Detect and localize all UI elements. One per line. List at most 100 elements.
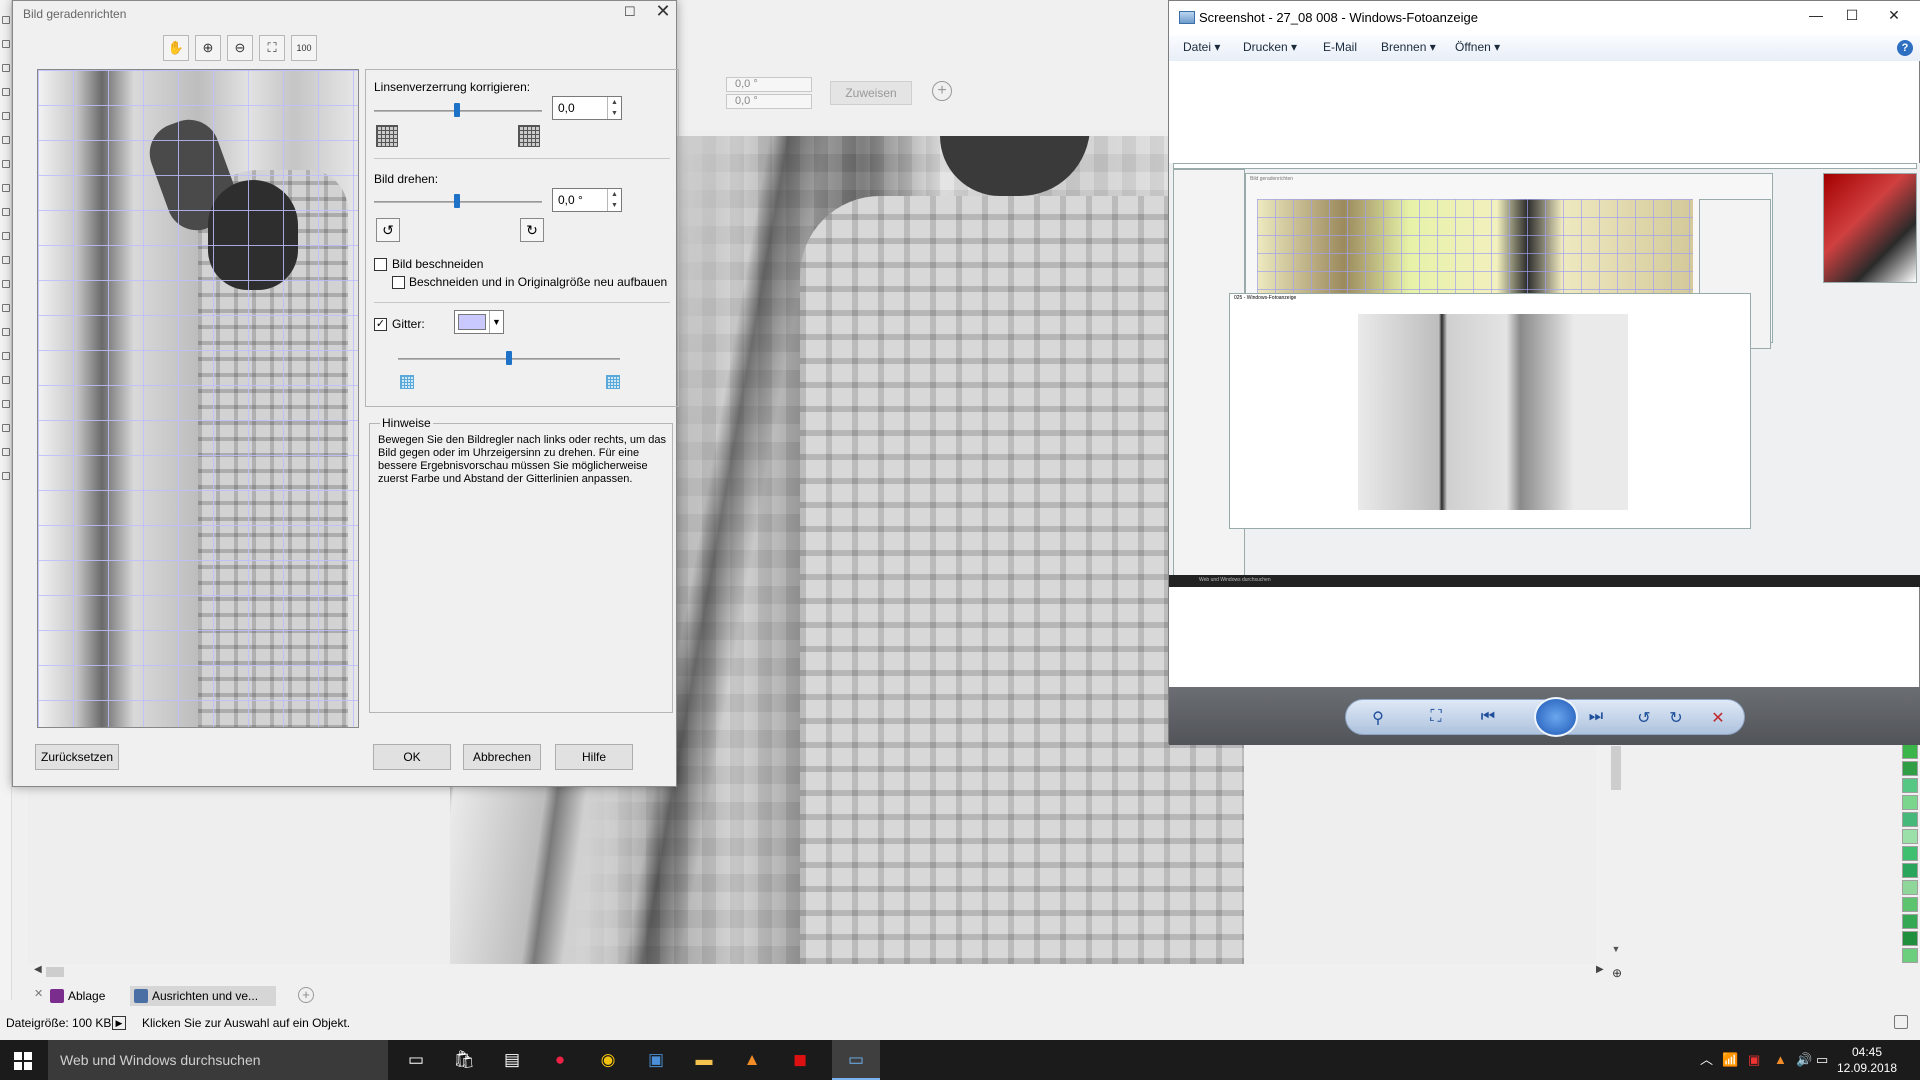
menu-datei[interactable]: Datei ▾ [1183, 40, 1220, 54]
taskbar-search[interactable]: Web und Windows durchsuchen [48, 1040, 388, 1080]
taskbar-clock[interactable]: 04:45 12.09.2018 [1830, 1044, 1904, 1076]
horizontal-scrollbar[interactable]: ◀ ▶ [34, 964, 1608, 980]
hand-icon[interactable]: ✋ [163, 35, 189, 61]
assign-button[interactable]: Zuweisen [830, 81, 912, 105]
zoom-in-icon[interactable]: ⊕ [195, 35, 221, 61]
tool-icon[interactable] [2, 232, 10, 240]
play-icon[interactable]: ▶ [112, 1016, 126, 1030]
maximize-icon[interactable]: ☐ [624, 4, 638, 19]
fit-to-window-icon[interactable]: ⛶ [259, 35, 285, 61]
color-palette[interactable] [1902, 744, 1920, 970]
crop-checkbox[interactable] [374, 258, 387, 271]
close-icon[interactable]: ✕ [1871, 7, 1917, 29]
task-view-icon[interactable]: ▭ [392, 1040, 440, 1080]
ok-button[interactable]: OK [373, 744, 451, 770]
chrome-icon[interactable]: ◉ [584, 1040, 632, 1080]
crop-rebuild-checkbox[interactable] [392, 276, 405, 289]
grid-spacing-slider-thumb[interactable] [506, 351, 512, 365]
preview-image[interactable] [37, 69, 359, 728]
photo-viewer-taskbar-icon[interactable]: ▭ [832, 1040, 880, 1080]
store-icon[interactable]: 🛍 [440, 1040, 488, 1080]
reset-button[interactable]: Zurücksetzen [35, 744, 119, 770]
spin-arrows-icon[interactable]: ▲ ▼ [607, 97, 621, 119]
file-explorer-icon[interactable]: ▬ [680, 1040, 728, 1080]
new-tab-icon[interactable]: + [298, 987, 314, 1003]
scroll-left-arrow-icon[interactable]: ◀ [34, 964, 42, 975]
rotate-ccw-icon[interactable]: ↺ [1632, 708, 1656, 728]
actual-size-icon[interactable]: 100 [291, 35, 317, 61]
rotate-cw-icon[interactable]: ↻ [520, 218, 544, 242]
scroll-thumb[interactable] [1611, 746, 1621, 790]
tool-icon[interactable] [2, 304, 10, 312]
color-swatch[interactable] [1902, 880, 1918, 895]
tool-icon[interactable] [2, 472, 10, 480]
color-swatch[interactable] [1902, 914, 1918, 929]
color-swatch[interactable] [1902, 778, 1918, 793]
scroll-thumb[interactable] [46, 967, 64, 977]
rotate-slider-thumb[interactable] [454, 194, 460, 208]
pdf-app-icon[interactable]: ▣ [632, 1040, 680, 1080]
maximize-icon[interactable]: ☐ [1829, 7, 1875, 29]
zoom-icon[interactable]: ⚲ [1366, 708, 1390, 728]
color-swatch[interactable] [1902, 761, 1918, 776]
tool-icon[interactable] [2, 208, 10, 216]
rotate-value-input[interactable]: 0,0 ° ▲ ▼ [552, 188, 622, 212]
tray-network-icon[interactable]: 📶 [1722, 1040, 1738, 1080]
color-swatch[interactable] [1902, 812, 1918, 827]
tab-ausrichten[interactable]: Ausrichten und ve... [130, 986, 276, 1006]
tray-notification-icon[interactable]: ▭ [1816, 1040, 1828, 1080]
angle-field-1[interactable]: 0,0 ° [726, 77, 812, 92]
zoom-out-icon[interactable]: ⊖ [227, 35, 253, 61]
tool-icon[interactable] [2, 184, 10, 192]
vlc-icon[interactable]: ▲ [728, 1040, 776, 1080]
paint-app-icon[interactable]: ● [536, 1040, 584, 1080]
tool-icon[interactable] [2, 160, 10, 168]
angle-field-2[interactable]: 0,0 ° [726, 94, 812, 109]
color-swatch[interactable] [1902, 795, 1918, 810]
tool-icon[interactable] [2, 64, 10, 72]
tray-chevron-icon[interactable]: ︿ [1700, 1040, 1713, 1080]
rotate-ccw-icon[interactable]: ↺ [376, 218, 400, 242]
menu-oeffnen[interactable]: Öffnen ▾ [1455, 40, 1500, 54]
status-settings-icon[interactable] [1894, 1015, 1908, 1029]
tool-icon[interactable] [2, 328, 10, 336]
color-swatch[interactable] [1902, 948, 1918, 963]
tool-icon[interactable] [2, 112, 10, 120]
tray-app-icon[interactable]: ▣ [1748, 1040, 1760, 1080]
tab-ablage[interactable]: Ablage [46, 986, 126, 1006]
color-swatch[interactable] [1902, 897, 1918, 912]
color-swatch[interactable] [1902, 931, 1918, 946]
left-toolbox[interactable] [0, 0, 12, 1000]
tool-icon[interactable] [2, 448, 10, 456]
help-icon[interactable]: ? [1897, 40, 1913, 56]
add-icon[interactable]: + [932, 81, 952, 101]
menu-brennen[interactable]: Brennen ▾ [1381, 40, 1436, 54]
scroll-right-arrow-icon[interactable]: ▶ [1596, 964, 1604, 975]
grid-color-picker[interactable]: ▼ [454, 310, 504, 334]
grid-checkbox[interactable]: ✓ [374, 318, 387, 331]
color-swatch[interactable] [1902, 863, 1918, 878]
files-icon[interactable]: ▤ [488, 1040, 536, 1080]
fit-to-window-icon[interactable]: ⛶ [1424, 708, 1448, 726]
start-icon[interactable] [14, 1052, 32, 1070]
viewer-image[interactable]: Bild geradenrichten 025 - Windows-Fotoan… [1169, 163, 1920, 587]
close-icon[interactable]: ✕ [653, 1, 673, 23]
delete-icon[interactable]: ✕ [1706, 708, 1730, 728]
color-swatch[interactable] [1902, 846, 1918, 861]
tool-icon[interactable] [2, 136, 10, 144]
photo-paint-icon[interactable]: ◼ [776, 1040, 824, 1080]
vertical-scrollbar[interactable]: ▼ [1610, 746, 1622, 956]
next-icon[interactable]: ⏭ [1584, 708, 1608, 726]
tool-icon[interactable] [2, 40, 10, 48]
tray-volume-icon[interactable]: 🔊 [1796, 1040, 1812, 1080]
scroll-down-arrow-icon[interactable]: ▼ [1610, 944, 1622, 956]
tool-icon[interactable] [2, 88, 10, 96]
menu-drucken[interactable]: Drucken ▾ [1243, 40, 1297, 54]
rotate-cw-icon[interactable]: ↻ [1664, 708, 1688, 728]
chevron-down-icon[interactable]: ▼ [489, 311, 503, 333]
close-tab-icon[interactable]: ✕ [34, 987, 43, 1000]
tool-icon[interactable] [2, 280, 10, 288]
lens-slider-thumb[interactable] [454, 103, 460, 117]
spin-arrows-icon[interactable]: ▲ ▼ [607, 189, 621, 211]
color-swatch[interactable] [1902, 744, 1918, 759]
